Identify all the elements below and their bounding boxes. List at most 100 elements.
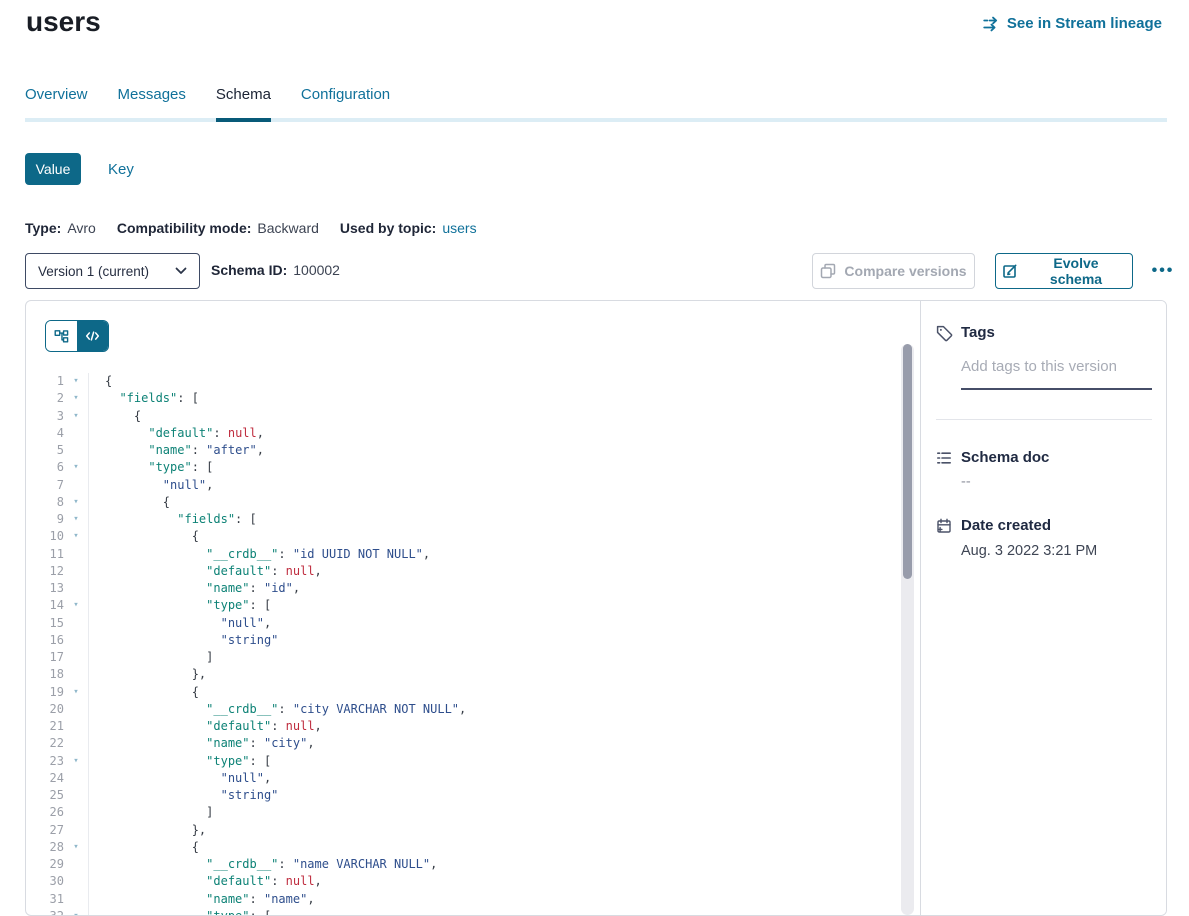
fold-spacer <box>64 770 89 787</box>
line-number: 14 <box>26 597 64 614</box>
line-number: 5 <box>26 442 64 459</box>
tags-input[interactable]: Add tags to this version <box>961 358 1117 375</box>
editor-scrollbar[interactable] <box>901 344 914 915</box>
version-select[interactable]: Version 1 (current) <box>25 253 200 289</box>
code-text: "type": [ <box>89 908 271 916</box>
fold-arrow-icon[interactable]: ▾ <box>64 511 89 528</box>
fold-spacer <box>64 563 89 580</box>
line-number: 20 <box>26 701 64 718</box>
meta-item: Type: Avro <box>25 220 96 236</box>
fold-arrow-icon[interactable]: ▾ <box>64 390 89 407</box>
line-number: 32 <box>26 908 64 916</box>
fold-spacer <box>64 632 89 649</box>
code-line: 3▾ { <box>26 408 906 425</box>
evolve-schema-button[interactable]: Evolve schema <box>995 253 1133 289</box>
line-number: 12 <box>26 563 64 580</box>
tree-view-button[interactable] <box>46 321 78 351</box>
compare-versions-icon <box>820 263 836 279</box>
line-number: 11 <box>26 546 64 563</box>
code-text: { <box>89 839 199 856</box>
fold-arrow-icon[interactable]: ▾ <box>64 373 89 390</box>
code-line: 19▾ { <box>26 684 906 701</box>
meta-item: Used by topic:users <box>340 220 477 236</box>
fold-arrow-icon[interactable]: ▾ <box>64 494 89 511</box>
code-text: ] <box>89 649 213 666</box>
meta-label: Type: <box>25 220 61 236</box>
code-text: "fields": [ <box>89 511 257 528</box>
value-toggle-button[interactable]: Value <box>25 153 81 185</box>
line-number: 8 <box>26 494 64 511</box>
fold-arrow-icon[interactable]: ▾ <box>64 528 89 545</box>
sidebar-divider <box>936 419 1152 420</box>
code-text: "null", <box>89 615 271 632</box>
evolve-schema-label: Evolve schema <box>1026 255 1126 287</box>
tab-messages[interactable]: Messages <box>118 86 186 122</box>
compare-versions-label: Compare versions <box>844 263 966 279</box>
tab-schema[interactable]: Schema <box>216 86 271 122</box>
code-text: }, <box>89 822 206 839</box>
tab-overview[interactable]: Overview <box>25 86 88 122</box>
line-number: 29 <box>26 856 64 873</box>
code-view-button[interactable] <box>78 321 109 351</box>
line-number: 6 <box>26 459 64 476</box>
version-select-value: Version 1 (current) <box>38 264 149 279</box>
stream-lineage-label: See in Stream lineage <box>1007 15 1162 32</box>
fold-arrow-icon[interactable]: ▾ <box>64 597 89 614</box>
fold-arrow-icon[interactable]: ▾ <box>64 839 89 856</box>
code-text: "__crdb__": "id UUID NOT NULL", <box>89 546 430 563</box>
code-line: 2▾ "fields": [ <box>26 390 906 407</box>
more-options-button[interactable]: ••• <box>1142 253 1184 289</box>
list-icon <box>936 450 952 466</box>
code-line: 25 "string" <box>26 787 906 804</box>
code-text: "default": null, <box>89 718 322 735</box>
code-line: 23▾ "type": [ <box>26 753 906 770</box>
key-toggle-button[interactable]: Key <box>102 160 140 179</box>
tab-configuration[interactable]: Configuration <box>301 86 390 122</box>
fold-spacer <box>64 873 89 890</box>
chevron-down-icon <box>175 267 187 275</box>
line-number: 3 <box>26 408 64 425</box>
code-line: 24 "null", <box>26 770 906 787</box>
topic-link[interactable]: users <box>442 220 476 236</box>
fold-spacer <box>64 735 89 752</box>
code-text: "default": null, <box>89 425 264 442</box>
code-text: ] <box>89 804 213 821</box>
scrollbar-thumb[interactable] <box>903 344 912 579</box>
code-text: "default": null, <box>89 873 322 890</box>
fold-spacer <box>64 442 89 459</box>
fold-arrow-icon[interactable]: ▾ <box>64 908 89 916</box>
code-text: { <box>89 528 199 545</box>
compare-versions-button[interactable]: Compare versions <box>812 253 975 289</box>
meta-value: Avro <box>67 220 96 236</box>
fold-spacer <box>64 546 89 563</box>
line-number: 1 <box>26 373 64 390</box>
code-text: "type": [ <box>89 597 271 614</box>
code-text: }, <box>89 666 206 683</box>
code-line: 13 "name": "id", <box>26 580 906 597</box>
code-text: "name": "city", <box>89 735 315 752</box>
schema-sidebar: Tags Add tags to this version Schema doc… <box>922 301 1166 915</box>
schema-doc-value: -- <box>961 474 971 490</box>
schema-id-value: 100002 <box>293 262 340 278</box>
code-line: 15 "null", <box>26 615 906 632</box>
fold-arrow-icon[interactable]: ▾ <box>64 753 89 770</box>
code-text: "type": [ <box>89 459 213 476</box>
fold-arrow-icon[interactable]: ▾ <box>64 408 89 425</box>
code-text: "name": "name", <box>89 891 315 908</box>
calendar-icon <box>936 518 952 534</box>
fold-arrow-icon[interactable]: ▾ <box>64 459 89 476</box>
line-number: 28 <box>26 839 64 856</box>
code-text: { <box>89 494 170 511</box>
fold-arrow-icon[interactable]: ▾ <box>64 684 89 701</box>
page-title: users <box>26 6 101 38</box>
stream-lineage-icon <box>983 16 1000 32</box>
code-content: 1▾{2▾ "fields": [3▾ {4 "default": null,5… <box>26 373 906 916</box>
line-number: 9 <box>26 511 64 528</box>
evolve-schema-icon <box>1002 263 1018 279</box>
code-line: 30 "default": null, <box>26 873 906 890</box>
schema-id-label: Schema ID: <box>211 262 287 278</box>
stream-lineage-link[interactable]: See in Stream lineage <box>977 14 1168 33</box>
code-text: "string" <box>89 632 278 649</box>
line-number: 31 <box>26 891 64 908</box>
line-number: 30 <box>26 873 64 890</box>
